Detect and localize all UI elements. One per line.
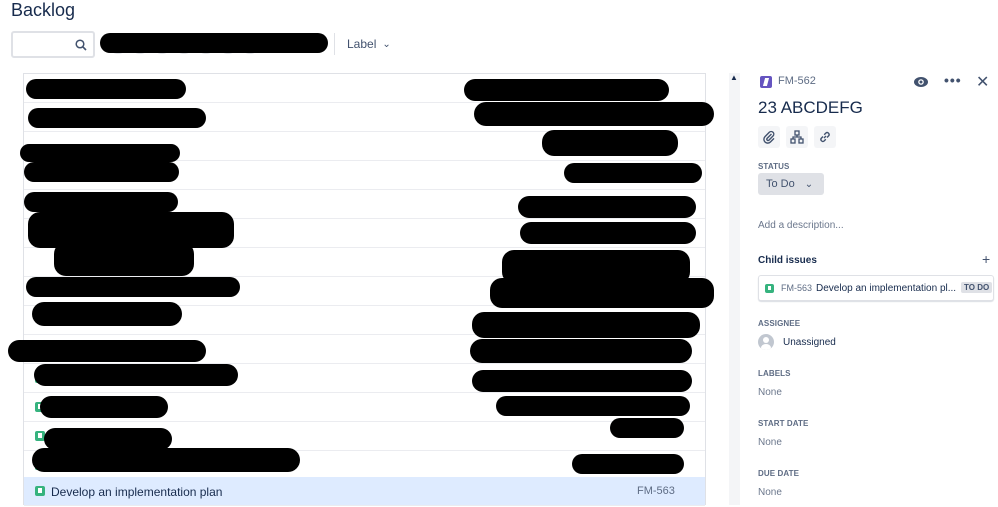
start-date-label: START DATE bbox=[758, 419, 809, 428]
child-issues-heading: Child issues bbox=[758, 255, 817, 266]
status-badge: TO DO bbox=[961, 282, 993, 293]
redaction bbox=[26, 79, 186, 99]
list-scrollbar[interactable]: ▲ bbox=[729, 73, 740, 505]
label-filter-text: Label bbox=[347, 37, 377, 51]
child-issue-summary[interactable]: Develop an implementation pl... bbox=[816, 283, 956, 294]
label-filter-dropdown[interactable]: Label ⌄ bbox=[347, 37, 391, 51]
search-icon bbox=[75, 39, 87, 51]
paperclip-icon bbox=[763, 130, 775, 144]
story-icon bbox=[765, 284, 774, 293]
issue-detail-panel: FM-562 ••• ✕ 23 ABCDEFG STATUS To Do ⌄ A… bbox=[742, 68, 998, 507]
labels-label: LABELS bbox=[758, 369, 791, 378]
redaction bbox=[54, 242, 194, 276]
toolbar-divider bbox=[334, 33, 335, 55]
redaction bbox=[564, 163, 702, 183]
redaction bbox=[490, 278, 714, 308]
redaction bbox=[520, 222, 696, 244]
redaction bbox=[20, 144, 180, 162]
chevron-down-icon: ⌄ bbox=[382, 39, 391, 50]
eye-icon[interactable] bbox=[913, 74, 929, 90]
status-dropdown[interactable]: To Do ⌄ bbox=[758, 173, 824, 195]
status-value: To Do bbox=[766, 178, 795, 190]
redaction bbox=[474, 102, 714, 126]
table-row-selected[interactable]: Develop an implementation plan FM-563 bbox=[24, 477, 705, 506]
redaction bbox=[542, 130, 678, 156]
redaction bbox=[40, 396, 168, 418]
redaction bbox=[464, 79, 669, 101]
search-input[interactable] bbox=[11, 31, 95, 58]
close-icon[interactable]: ✕ bbox=[976, 72, 989, 92]
redaction bbox=[24, 162, 179, 182]
issue-key: FM-563 bbox=[637, 485, 675, 497]
avatar[interactable] bbox=[758, 334, 774, 350]
redaction bbox=[610, 418, 684, 438]
redaction bbox=[496, 396, 690, 416]
redaction bbox=[100, 33, 328, 53]
attach-button[interactable] bbox=[758, 126, 780, 148]
redaction bbox=[8, 340, 206, 362]
epic-icon bbox=[760, 76, 772, 88]
hierarchy-icon bbox=[790, 130, 804, 144]
issue-title[interactable]: 23 ABCDEFG bbox=[758, 98, 863, 118]
redaction bbox=[32, 302, 182, 326]
child-issue-button[interactable] bbox=[786, 126, 808, 148]
chevron-down-icon: ⌄ bbox=[804, 178, 814, 190]
start-date-value[interactable]: None bbox=[758, 437, 782, 448]
backlog-issue-list: Develop an implementation plan FM-563 bbox=[8, 73, 714, 506]
more-actions-icon[interactable]: ••• bbox=[944, 72, 962, 88]
status-label: STATUS bbox=[758, 162, 790, 171]
redaction bbox=[34, 364, 238, 386]
redaction bbox=[572, 454, 684, 474]
description-field[interactable]: Add a description... bbox=[758, 220, 844, 231]
redaction bbox=[518, 196, 696, 218]
page-title: Backlog bbox=[11, 0, 76, 20]
redaction bbox=[472, 370, 692, 392]
redaction bbox=[28, 108, 206, 128]
child-issue-key[interactable]: FM-563 bbox=[781, 283, 812, 293]
assignee-label: ASSIGNEE bbox=[758, 319, 801, 328]
assignee-value[interactable]: Unassigned bbox=[783, 337, 836, 348]
add-child-issue-icon[interactable]: + bbox=[982, 251, 990, 267]
scroll-up-arrow-icon[interactable]: ▲ bbox=[730, 73, 738, 82]
redaction bbox=[32, 448, 300, 472]
redaction bbox=[44, 428, 172, 450]
due-date-value[interactable]: None bbox=[758, 487, 782, 498]
link-icon bbox=[820, 131, 830, 143]
redaction bbox=[472, 312, 700, 338]
child-issue-card[interactable]: FM-563 Develop an implementation pl... T… bbox=[758, 275, 994, 301]
avatar-filter-group[interactable] bbox=[100, 32, 328, 56]
link-issue-button[interactable] bbox=[814, 126, 836, 148]
labels-value[interactable]: None bbox=[758, 387, 782, 398]
due-date-label: DUE DATE bbox=[758, 469, 800, 478]
detail-issue-key[interactable]: FM-562 bbox=[778, 75, 816, 87]
redaction bbox=[24, 192, 178, 212]
redaction bbox=[26, 277, 240, 297]
redaction bbox=[470, 339, 692, 363]
story-icon bbox=[35, 486, 45, 496]
issue-summary: Develop an implementation plan bbox=[51, 485, 223, 499]
